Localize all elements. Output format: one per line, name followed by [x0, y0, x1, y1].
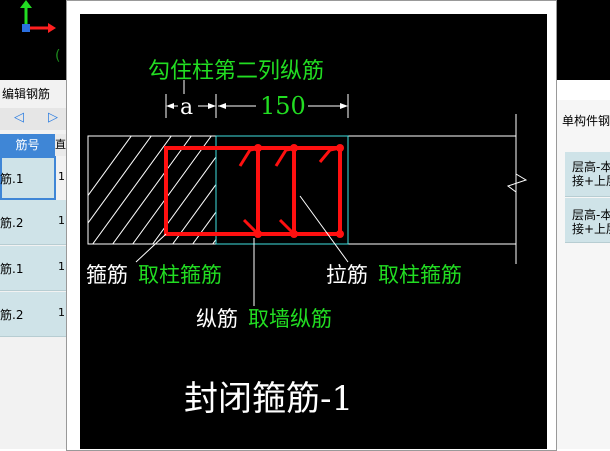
column-header-diameter[interactable]: 直 — [55, 134, 66, 156]
stirrup-source: 取柱箍筋 — [138, 263, 222, 287]
stirrup-diagram: 勾住柱第二列纵筋 a 150 箍筋 取柱箍筋 拉筋 取柱箍筋 纵筋 取墙纵筋 封… — [86, 59, 528, 419]
dim-arrow — [218, 103, 226, 109]
break-symbol — [506, 173, 528, 193]
row-label: 筋.1 — [0, 172, 24, 186]
diagram-caption: 封闭箍筋-1 — [184, 379, 353, 419]
dimension-150: 150 — [260, 92, 306, 120]
row-label: 筋.1 — [0, 262, 24, 276]
dimension-a: a — [180, 95, 193, 120]
column-header-rebar-no[interactable]: 筋号 — [0, 134, 55, 156]
row-value: 1 — [58, 170, 65, 183]
row-formula: 层高-本 接+上层 — [572, 208, 610, 236]
longitudinal-bar — [290, 230, 298, 238]
viewport-marker-icon: ( — [55, 48, 61, 64]
dim-arrow — [166, 103, 174, 109]
row-value: 1 — [58, 260, 65, 273]
nav-next-icon[interactable]: ▷ — [48, 110, 58, 125]
longitudinal-source: 取墙纵筋 — [248, 307, 332, 331]
longitudinal-bar — [254, 144, 262, 152]
dim-arrow — [340, 103, 348, 109]
dim-arrow — [208, 103, 216, 109]
axis-gizmo-icon — [20, 0, 56, 33]
stirrup-label: 箍筋 — [86, 263, 128, 287]
row-value: 1 — [58, 306, 65, 319]
stirrup-leader — [135, 233, 167, 263]
row-formula: 层高-本 接+上层 — [572, 160, 610, 188]
row-value: 1 — [58, 214, 65, 227]
panel-title: 编辑钢筋 — [2, 87, 51, 101]
row-label: 筋.2 — [0, 216, 24, 230]
longitudinal-bar — [254, 230, 262, 238]
longitudinal-bar — [336, 230, 344, 238]
tie-source: 取柱箍筋 — [378, 263, 462, 287]
diagram-canvas: 勾住柱第二列纵筋 a 150 箍筋 取柱箍筋 拉筋 取柱箍筋 纵筋 取墙纵筋 封… — [80, 14, 547, 449]
row-label: 筋.2 — [0, 308, 24, 322]
right-panel-title: 单构件钢 — [562, 114, 610, 128]
longitudinal-bar — [290, 144, 298, 152]
longitudinal-label: 纵筋 — [196, 307, 238, 331]
longitudinal-bar — [336, 144, 344, 152]
closed-stirrup — [164, 146, 342, 236]
tie-label: 拉筋 — [326, 263, 368, 287]
nav-prev-icon[interactable]: ◁ — [14, 110, 24, 125]
top-label: 勾住柱第二列纵筋 — [148, 59, 324, 84]
